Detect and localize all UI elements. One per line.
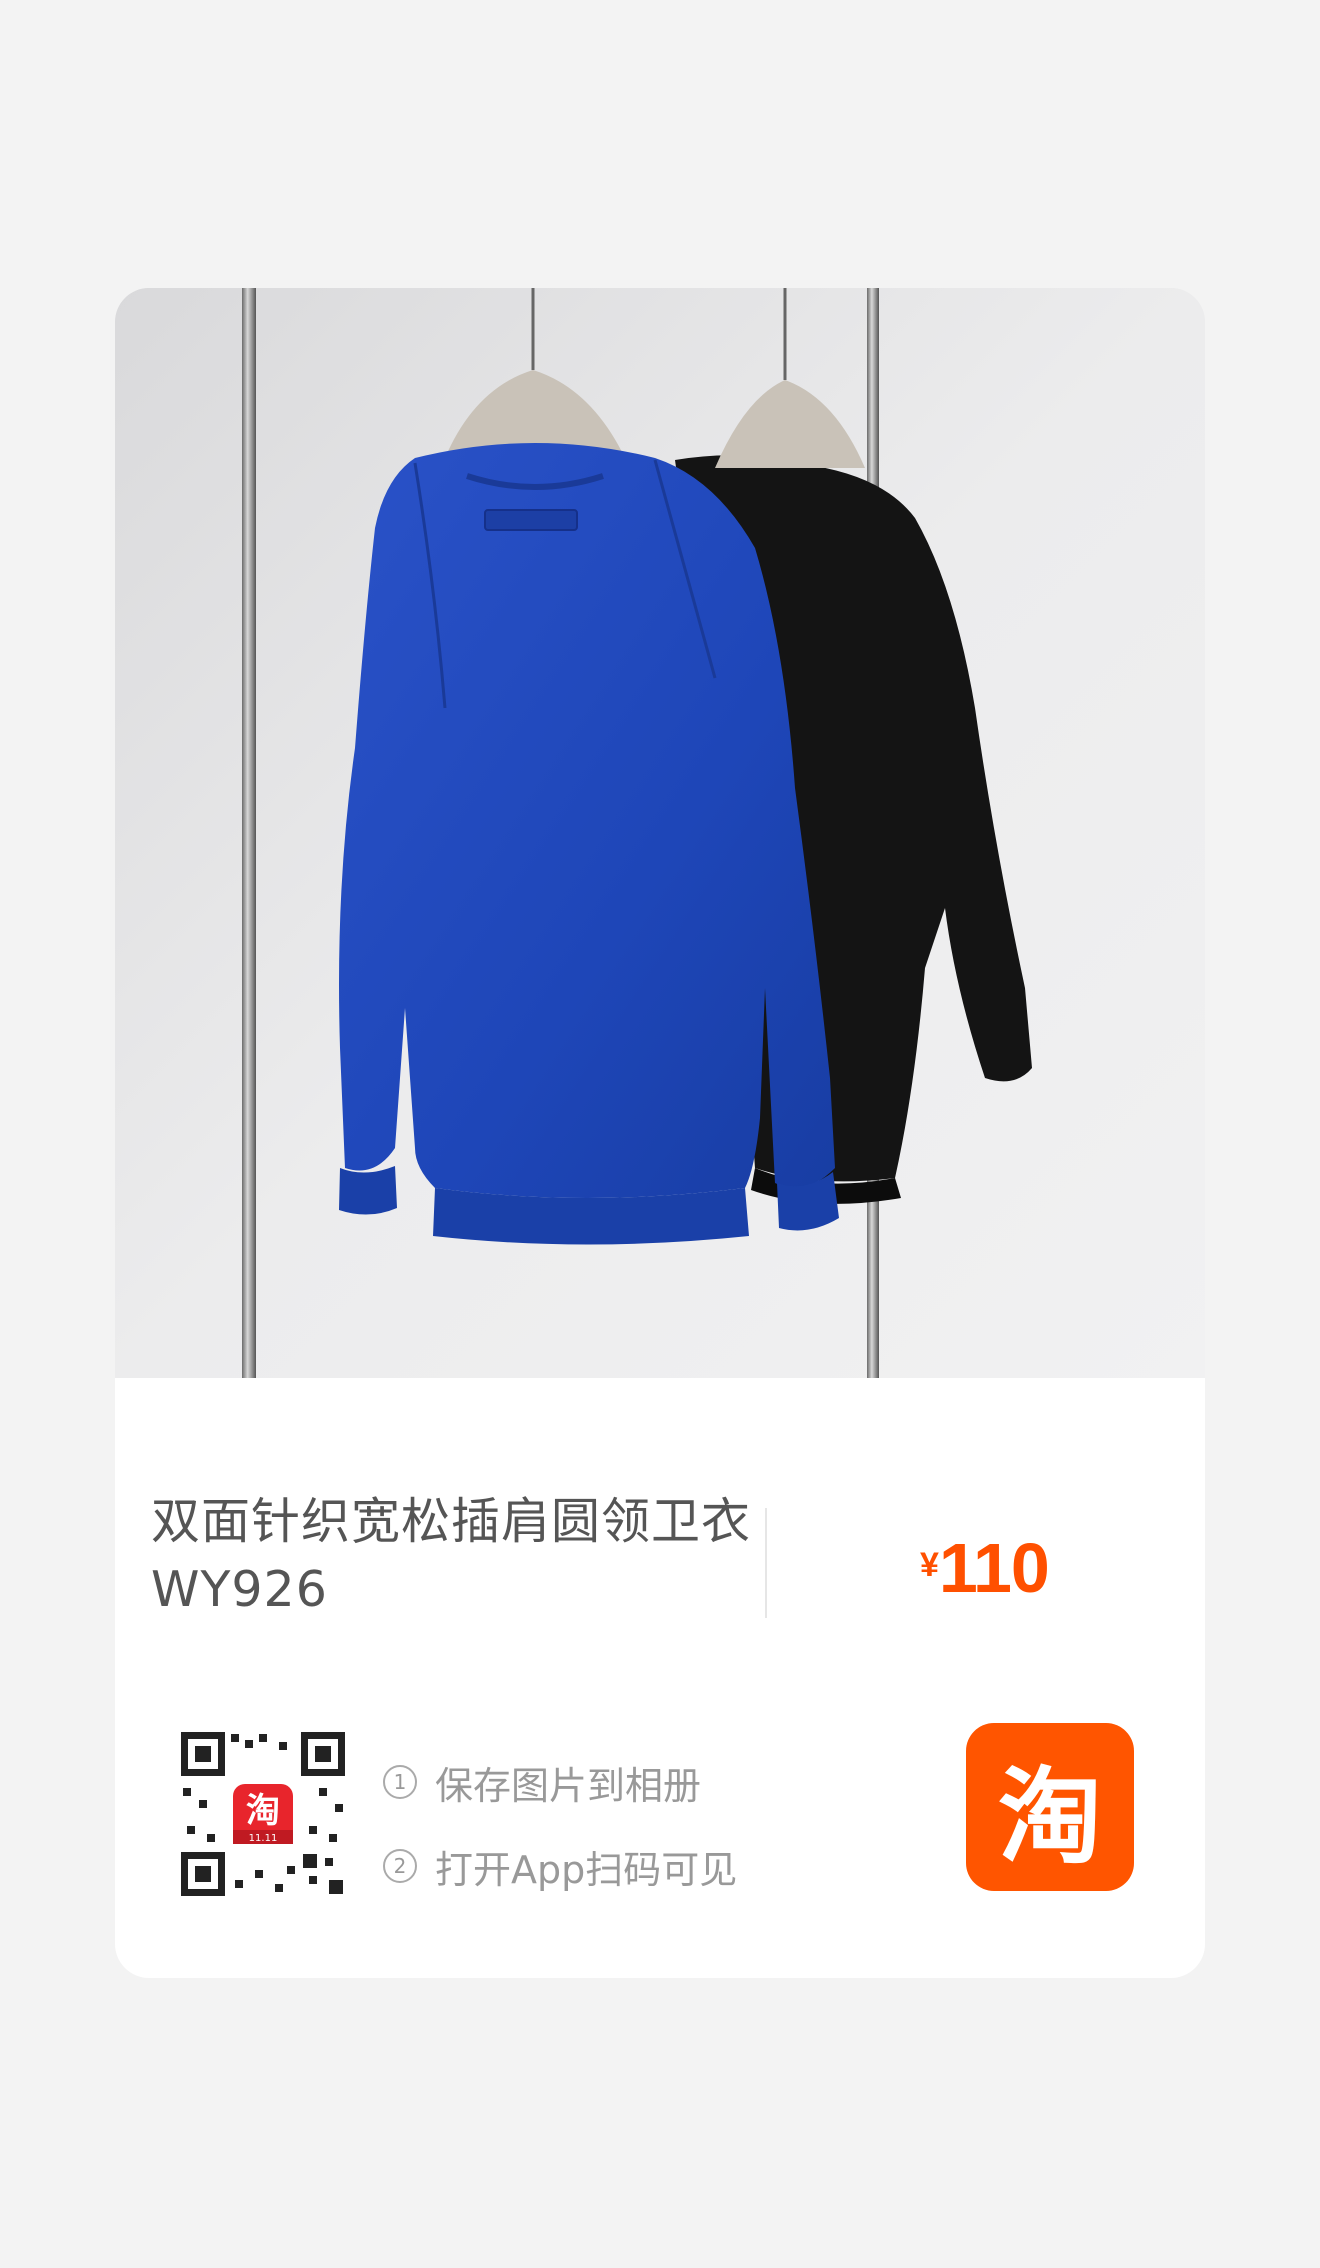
product-title-line1: 双面针织宽松插肩圆领卫衣	[151, 1493, 752, 1550]
price-value: 110	[938, 1529, 1050, 1607]
scan-instructions: 1 保存图片到相册 2 打开App扫码可见	[383, 1740, 737, 1908]
product-price: ¥110	[920, 1528, 1050, 1608]
product-image[interactable]	[115, 288, 1205, 1378]
qr-code-icon: 淘 11.11	[179, 1730, 347, 1898]
sweatshirts-photo	[115, 288, 1205, 1378]
product-info: 双面针织宽松插肩圆领卫衣 WY926 ¥110 淘 11.11 1 保存图片到相…	[115, 1378, 1205, 1978]
price-currency: ¥	[920, 1546, 939, 1584]
taobao-logo-char: 淘	[997, 1755, 1102, 1878]
product-title-line2: WY926	[151, 1561, 328, 1618]
step-text: 保存图片到相册	[435, 1763, 702, 1808]
qr-badge-char: 淘	[246, 1791, 280, 1831]
step-open-app: 2 打开App扫码可见	[383, 1824, 737, 1908]
step-text: 打开App扫码可见	[435, 1847, 738, 1892]
step-number-icon: 2	[383, 1849, 417, 1883]
share-card: 双面针织宽松插肩圆领卫衣 WY926 ¥110 淘 11.11 1 保存图片到相…	[115, 288, 1205, 1978]
divider	[765, 1508, 767, 1618]
product-title[interactable]: 双面针织宽松插肩圆领卫衣 WY926	[151, 1488, 871, 1624]
taobao-logo-icon[interactable]: 淘	[966, 1723, 1134, 1891]
qr-badge-sub: 11.11	[249, 1833, 278, 1844]
qr-code[interactable]: 淘 11.11	[179, 1730, 347, 1898]
step-save-image: 1 保存图片到相册	[383, 1740, 737, 1824]
step-number-icon: 1	[383, 1765, 417, 1799]
